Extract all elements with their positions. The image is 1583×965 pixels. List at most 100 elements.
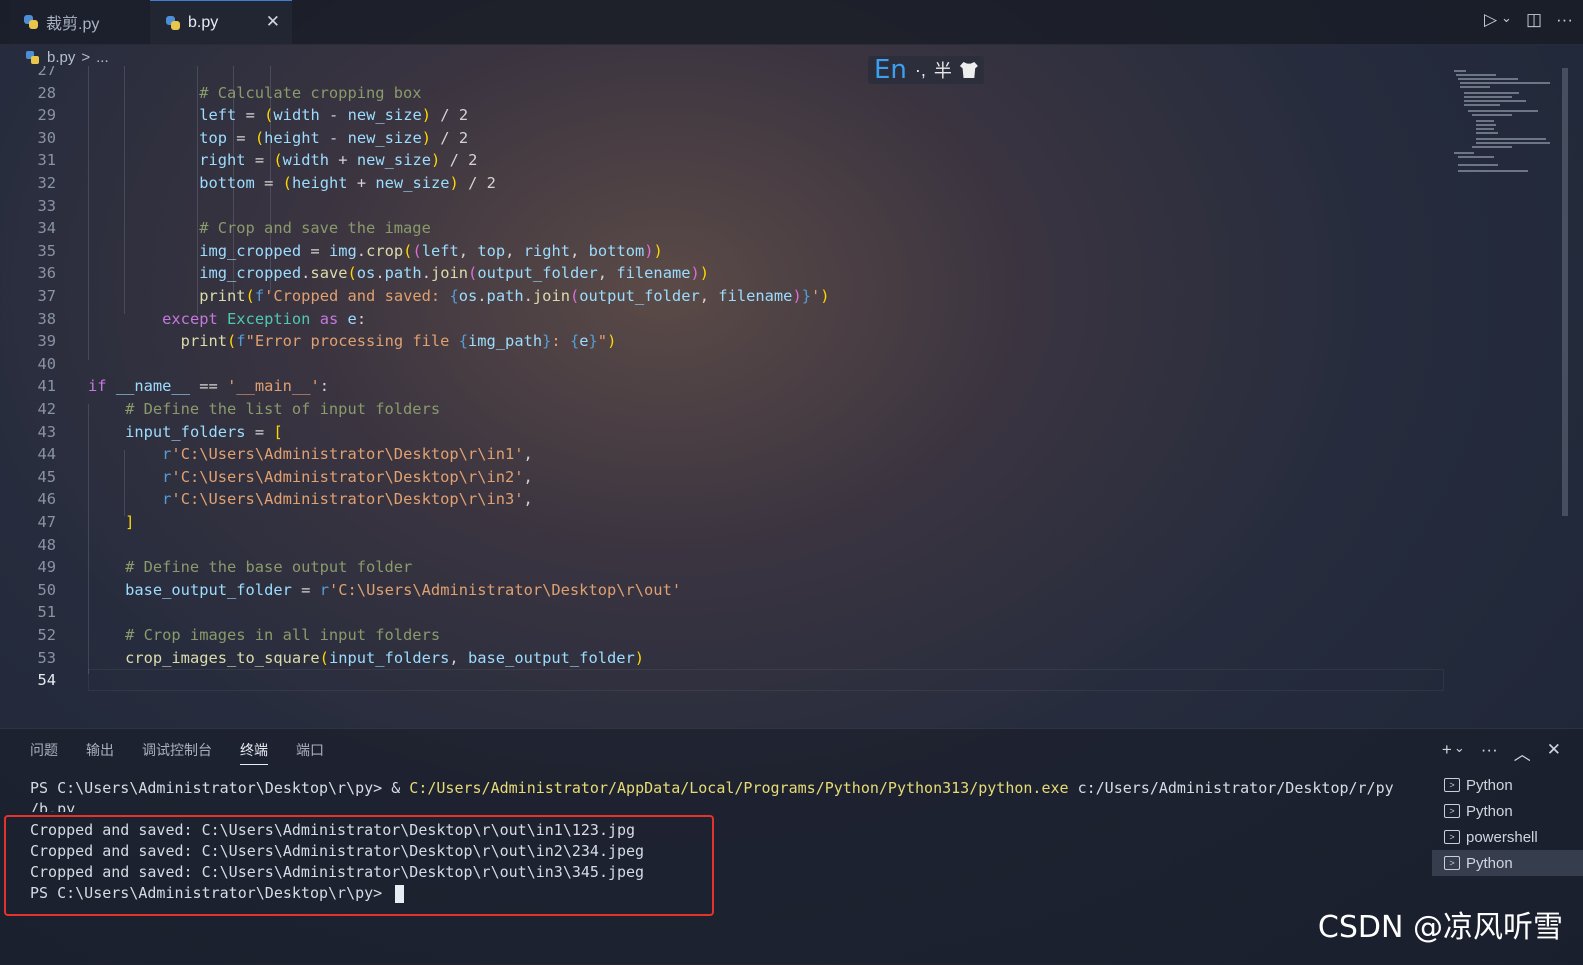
new-terminal-icon[interactable]: +	[1442, 740, 1452, 765]
line-number: 34	[37, 219, 56, 237]
code-text: if __name__ == '__main__':	[88, 377, 330, 395]
code-line[interactable]: 33	[0, 195, 1450, 217]
code-text: except Exception as e:	[162, 310, 367, 328]
code-line[interactable]: 41 if __name__ == '__main__':	[0, 375, 1450, 397]
line-number: 28	[37, 84, 56, 102]
code-editor[interactable]: 27 28 # Calculate cropping box 29 left = (…	[0, 66, 1450, 692]
code-line[interactable]: 32 bottom = (height + new_size) / 2	[0, 172, 1450, 194]
chevron-down-icon[interactable]: ⌄	[1454, 740, 1465, 765]
code-line[interactable]: 39 print(f"Error processing file {img_pa…	[0, 330, 1450, 352]
terminal-item-python-selected[interactable]: > Python	[1432, 850, 1583, 876]
code-line[interactable]: 36 img_cropped.save(os.path.join(output_…	[0, 262, 1450, 284]
terminal-icon: >	[1444, 856, 1460, 870]
code-line[interactable]: 29 left = (width - new_size) / 2	[0, 104, 1450, 126]
code-line[interactable]: 49 # Define the base output folder	[0, 556, 1450, 578]
code-text: r'C:\Users\Administrator\Desktop\r\in2',	[162, 468, 533, 486]
code-text: # Crop images in all input folders	[88, 626, 441, 644]
line-number: 31	[37, 151, 56, 169]
highlight-box	[4, 815, 714, 916]
minimap[interactable]	[1452, 68, 1562, 178]
line-number: 45	[37, 468, 56, 486]
code-line[interactable]: 52 # Crop images in all input folders	[0, 624, 1450, 646]
code-text: bottom = (height + new_size) / 2	[199, 174, 496, 192]
close-icon[interactable]: ✕	[266, 12, 280, 32]
code-line[interactable]: 44 r'C:\Users\Administrator\Desktop\r\in…	[0, 443, 1450, 465]
code-line[interactable]: 48	[0, 534, 1450, 556]
breadcrumb-symbols[interactable]: ...	[96, 49, 109, 66]
line-number: 38	[37, 310, 56, 328]
code-line[interactable]: 50 base_output_folder = r'C:\Users\Admin…	[0, 579, 1450, 601]
code-line[interactable]: 28 # Calculate cropping box	[0, 82, 1450, 104]
code-line[interactable]: 31 right = (width + new_size) / 2	[0, 149, 1450, 171]
line-number: 29	[37, 106, 56, 124]
chevron-right-icon: >	[81, 48, 91, 66]
tab-debug-console[interactable]: 调试控制台	[142, 740, 212, 765]
line-number: 47	[37, 513, 56, 531]
code-text: right = (width + new_size) / 2	[199, 151, 478, 169]
code-text: img_cropped = img.crop((left, top, right…	[199, 242, 663, 260]
editor-actions: ▷ ⌄ ◫ ···	[1484, 10, 1573, 30]
maximize-panel-icon[interactable]: ︿	[1514, 740, 1531, 765]
code-line[interactable]: 37 print(f'Cropped and saved: {os.path.j…	[0, 285, 1450, 307]
line-number: 50	[37, 581, 56, 599]
tab-label: 裁剪.py	[46, 16, 100, 33]
code-text: top = (height - new_size) / 2	[199, 129, 469, 147]
tab-ports[interactable]: 端口	[296, 740, 324, 765]
code-line[interactable]: 34 # Crop and save the image	[0, 217, 1450, 239]
code-text: r'C:\Users\Administrator\Desktop\r\in3',	[162, 490, 533, 508]
editor-tab-bar: 裁剪.py b.py ✕ ▷ ⌄ ◫ ···	[0, 0, 1583, 45]
code-text: # Define the base output folder	[88, 558, 413, 576]
line-number: 39	[37, 332, 56, 350]
code-text: # Calculate cropping box	[88, 84, 422, 102]
line-number: 46	[37, 490, 56, 508]
terminal-line: PS C:\Users\Administrator\Desktop\r\py> …	[30, 779, 1394, 797]
tab-problems[interactable]: 问题	[30, 740, 58, 765]
tab-crop-py[interactable]: 裁剪.py	[10, 0, 148, 44]
code-line[interactable]: 53 crop_images_to_square(input_folders, …	[0, 647, 1450, 669]
code-line[interactable]: 27	[0, 66, 1450, 81]
code-line[interactable]: 35 img_cropped = img.crop((left, top, ri…	[0, 240, 1450, 262]
run-icon[interactable]: ▷	[1484, 10, 1497, 30]
code-line[interactable]: 45 r'C:\Users\Administrator\Desktop\r\in…	[0, 466, 1450, 488]
code-line[interactable]: 42 # Define the list of input folders	[0, 398, 1450, 420]
code-line[interactable]: 38 except Exception as e:	[0, 308, 1450, 330]
code-line[interactable]: 47 ]	[0, 511, 1450, 533]
code-text: img_cropped.save(os.path.join(output_fol…	[199, 264, 710, 282]
terminal-icon: >	[1444, 830, 1460, 844]
python-file-icon	[26, 50, 39, 64]
terminal-item-python[interactable]: > Python	[1432, 798, 1583, 824]
terminal-icon: >	[1444, 804, 1460, 818]
code-text: input_folders = [	[125, 423, 283, 441]
code-line[interactable]: 30 top = (height - new_size) / 2	[0, 127, 1450, 149]
line-number: 41	[37, 377, 56, 395]
code-line[interactable]: 51	[0, 601, 1450, 623]
chevron-down-icon[interactable]: ⌄	[1501, 10, 1512, 30]
code-line[interactable]: 46 r'C:\Users\Administrator\Desktop\r\in…	[0, 488, 1450, 510]
python-file-icon	[24, 15, 38, 29]
code-line[interactable]: 54	[0, 669, 1450, 691]
breadcrumb-file[interactable]: b.py	[47, 49, 75, 66]
line-number: 51	[37, 603, 56, 621]
tab-b-py[interactable]: b.py ✕	[150, 0, 292, 44]
more-icon[interactable]: ···	[1481, 740, 1498, 765]
code-text: # Define the list of input folders	[88, 400, 441, 418]
tab-output[interactable]: 输出	[86, 740, 114, 765]
more-icon[interactable]: ···	[1556, 10, 1573, 30]
code-line[interactable]: 43 input_folders = [	[0, 421, 1450, 443]
editor-scrollbar[interactable]	[1562, 68, 1568, 516]
terminal-item-powershell[interactable]: > powershell	[1432, 824, 1583, 850]
split-editor-icon[interactable]: ◫	[1526, 10, 1542, 30]
tab-terminal[interactable]: 终端	[240, 740, 268, 765]
code-line[interactable]: 40	[0, 353, 1450, 375]
panel-actions: + ⌄ ··· ︿ ✕	[1442, 740, 1561, 765]
close-panel-icon[interactable]: ✕	[1547, 740, 1561, 765]
code-text: ]	[125, 513, 135, 531]
line-number: 42	[37, 400, 56, 418]
breadcrumb: b.py > ...	[26, 46, 109, 68]
line-number: 27	[37, 66, 56, 79]
line-number: 32	[37, 174, 56, 192]
line-number: 37	[37, 287, 56, 305]
line-number: 35	[37, 242, 56, 260]
terminal-item-python[interactable]: > Python	[1432, 772, 1583, 798]
line-number: 33	[37, 197, 56, 215]
